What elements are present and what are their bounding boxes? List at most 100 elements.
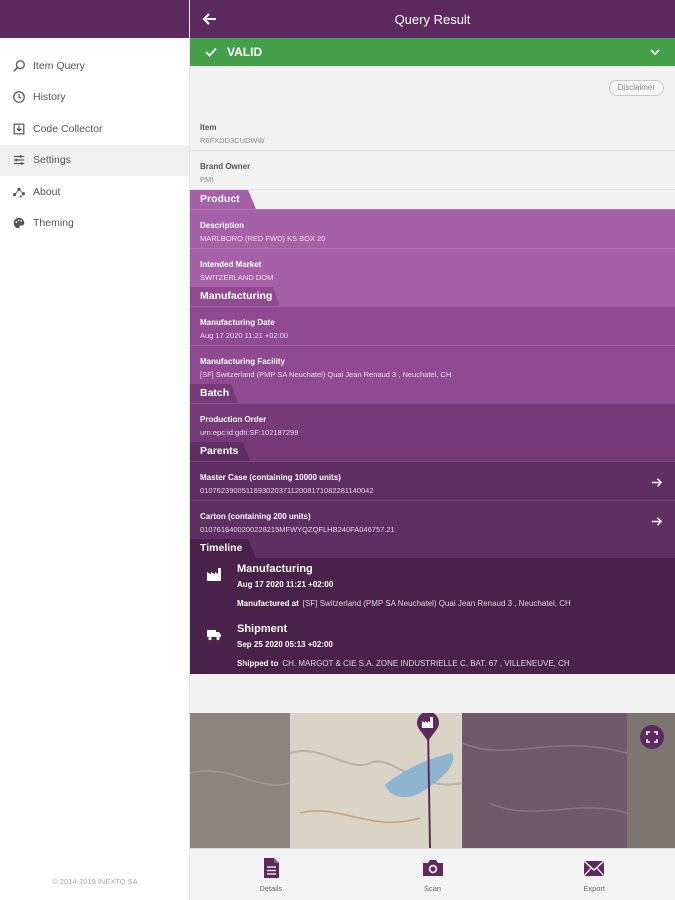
parent-item-master-case[interactable]: Master Case (containing 10000 units) 010… xyxy=(190,461,675,500)
product-section: Product Description MARLBORO (RED FWD) K… xyxy=(190,190,675,287)
field-value: SWITZERLAND DOM xyxy=(200,273,274,282)
document-icon xyxy=(263,858,279,878)
status-label: VALID xyxy=(227,45,263,59)
field-value: 0107616400200228215MFWYQZQFLHB240FA04675… xyxy=(200,525,395,534)
validity-status-bar[interactable]: VALID xyxy=(190,38,675,66)
event-detail-label: Manufactured at xyxy=(237,599,299,608)
timeline-section: Timeline Manufacturing Aug 17 2020 11:21… xyxy=(190,539,675,674)
factory-icon xyxy=(207,568,221,581)
copyright-text: © 2014-2019 INEXTO SA xyxy=(52,877,138,886)
history-icon xyxy=(13,91,25,104)
event-title: Shipment xyxy=(237,623,288,635)
item-field: Item R6FXDD3CUDWW xyxy=(190,112,675,151)
event-detail: Manufactured at [SF] Switzerland (PMP SA … xyxy=(237,599,675,608)
manufacturing-section: Manufacturing Manufacturing Date Aug 17 … xyxy=(190,287,675,384)
query-result-panel: Query Result VALID Disclaimer Item R6FXD… xyxy=(190,0,675,900)
field-value: R6FXDD3CUDWW xyxy=(200,136,265,145)
event-detail-label: Shipped to xyxy=(237,659,279,668)
manufacturing-date-field: Manufacturing Date Aug 17 2020 11:21 +02… xyxy=(190,306,675,345)
batch-section: Batch Production Order urn:epc:id:gdti:S… xyxy=(190,384,675,442)
section-title: Batch xyxy=(190,384,238,403)
search-icon xyxy=(13,59,25,72)
nav-details-button[interactable]: Details xyxy=(190,849,352,900)
production-order-field: Production Order urn:epc:id:gdti:SF:1021… xyxy=(190,403,675,442)
description-field: Description MARLBORO (RED FWD) KS BOX 20 xyxy=(190,209,675,248)
field-label: Carton (containing 200 units) xyxy=(200,512,311,521)
section-header: Product xyxy=(190,190,675,209)
sidebar-item-label: History xyxy=(33,91,66,104)
field-value: PMI xyxy=(200,175,214,184)
field-value: urn:epc:id:gdti:SF:102187299 xyxy=(200,428,299,437)
section-header: Manufacturing xyxy=(190,287,675,306)
field-label: Production Order xyxy=(200,415,267,424)
nav-export-button[interactable]: Export xyxy=(513,849,675,900)
camera-icon xyxy=(422,860,443,876)
field-value: [SF] Switzerland (PMP SA Neuchatel) Quai… xyxy=(200,370,452,379)
event-title: Manufacturing xyxy=(237,563,313,575)
drawer-header xyxy=(0,0,189,38)
field-value: 0107623900511693020371120081710822811400… xyxy=(200,486,374,495)
field-label: Intended Market xyxy=(200,260,262,269)
sidebar-item-code-collector[interactable]: Code Collector xyxy=(0,113,189,145)
sliders-icon xyxy=(13,155,25,166)
sidebar-item-item-query[interactable]: Item Query xyxy=(0,50,189,82)
manufacturing-facility-field: Manufacturing Facility [SF] Switzerland … xyxy=(190,345,675,384)
check-icon xyxy=(205,47,217,57)
field-label: Manufacturing Facility xyxy=(200,357,285,366)
sidebar-item-label: Theming xyxy=(33,217,74,230)
back-arrow-icon[interactable] xyxy=(200,9,220,29)
brand-owner-field: Brand Owner PMI xyxy=(190,151,675,190)
field-label: Master Case (containing 10000 units) xyxy=(200,473,341,482)
field-label: Item xyxy=(200,123,217,132)
sidebar-item-settings[interactable]: Settings xyxy=(0,144,189,176)
parents-section: Parents Master Case (containing 10000 un… xyxy=(190,442,675,539)
parent-item-carton[interactable]: Carton (containing 200 units) 0107616400… xyxy=(190,500,675,539)
disclaimer-row: Disclaimer xyxy=(190,66,675,112)
shipment-map[interactable] xyxy=(190,713,675,848)
fullscreen-button[interactable] xyxy=(640,725,664,749)
arrow-right-icon[interactable] xyxy=(650,476,663,489)
section-title: Parents xyxy=(190,442,250,461)
field-value: Aug 17 2020 11:21 +02:00 xyxy=(200,331,289,340)
sidebar-item-label: Settings xyxy=(33,154,71,167)
chevron-down-icon[interactable] xyxy=(649,46,661,58)
app-bar: Query Result xyxy=(190,0,675,38)
navigation-drawer: Item Query History Code Collector Settin… xyxy=(0,0,190,900)
truck-icon xyxy=(207,630,221,641)
section-title: Timeline xyxy=(190,539,256,558)
envelope-icon xyxy=(583,860,605,877)
field-label: Description xyxy=(200,221,245,230)
field-label: Brand Owner xyxy=(200,162,251,171)
download-box-icon xyxy=(13,123,25,135)
share-nodes-icon xyxy=(13,187,25,198)
fullscreen-icon xyxy=(646,731,658,743)
section-header: Batch xyxy=(190,384,675,403)
field-value: MARLBORO (RED FWD) KS BOX 20 xyxy=(200,234,326,243)
palette-icon xyxy=(13,218,25,229)
sidebar-item-label: Item Query xyxy=(33,59,85,72)
arrow-right-icon[interactable] xyxy=(650,515,663,528)
nav-label: Scan xyxy=(423,884,442,893)
event-date: Aug 17 2020 11:21 +02:00 xyxy=(237,580,334,589)
field-label: Manufacturing Date xyxy=(200,318,275,327)
sidebar-item-history[interactable]: History xyxy=(0,82,189,114)
map-pin-factory-icon[interactable] xyxy=(416,713,440,741)
timeline-event-manufacturing: Manufacturing Aug 17 2020 11:21 +02:00 M… xyxy=(190,558,675,608)
event-date: Sep 25 2020 05:13 +02:00 xyxy=(237,640,333,649)
page-title: Query Result xyxy=(394,11,471,27)
intended-market-field: Intended Market SWITZERLAND DOM xyxy=(190,248,675,287)
disclaimer-button[interactable]: Disclaimer xyxy=(608,80,664,96)
event-detail-value: CH. MARGOT & CIE S.A. ZONE INDUSTRIELLE … xyxy=(282,659,570,668)
sidebar-item-label: About xyxy=(33,185,61,198)
sidebar-item-about[interactable]: About xyxy=(0,176,189,208)
event-detail-value: [SF] Switzerland (PMP SA Neuchatel) Quai… xyxy=(302,599,571,608)
section-title: Manufacturing xyxy=(190,287,280,306)
nav-label: Details xyxy=(259,884,283,893)
sidebar-item-label: Code Collector xyxy=(33,122,103,135)
nav-label: Export xyxy=(583,884,606,893)
sidebar-item-theming[interactable]: Theming xyxy=(0,208,189,240)
section-header: Parents xyxy=(190,442,675,461)
nav-scan-button[interactable]: Scan xyxy=(352,849,514,900)
section-title: Product xyxy=(190,190,256,209)
timeline-event-shipment: Shipment Sep 25 2020 05:13 +02:00 Shippe… xyxy=(190,618,675,668)
